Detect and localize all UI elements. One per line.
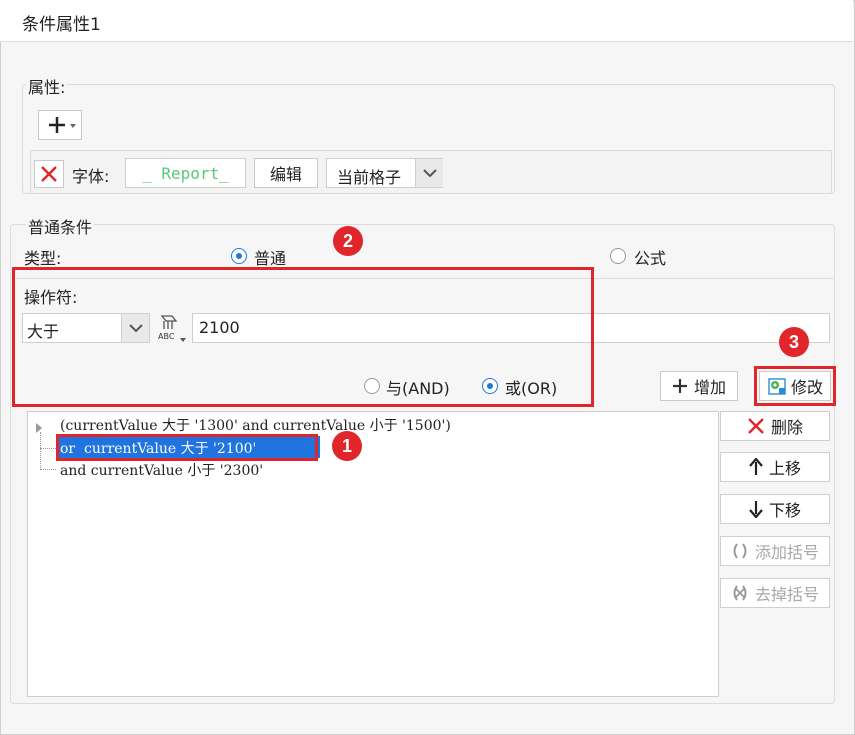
- add-condition-button[interactable]: 增加: [660, 371, 738, 401]
- scope-select-value: 当前格子: [337, 168, 402, 187]
- tree-connector: [40, 448, 56, 449]
- dialog-title: 条件属性1: [22, 15, 101, 35]
- font-preview-text: _ Report_: [142, 163, 229, 183]
- close-icon: [748, 418, 764, 434]
- add-property-button[interactable]: [38, 110, 82, 140]
- operator-highlight-box: [12, 267, 594, 407]
- annotation-badge-1: 1: [332, 431, 362, 461]
- move-down-button[interactable]: 下移: [720, 494, 830, 524]
- modify-highlight-box: [754, 366, 836, 406]
- expand-arrow-icon[interactable]: [34, 422, 44, 434]
- properties-legend: 属性:: [26, 74, 68, 98]
- tree-item[interactable]: and currentValue 小于 '2300': [60, 460, 263, 480]
- add-condition-label: 增加: [693, 378, 726, 397]
- type-formula-label: 公式: [634, 249, 667, 268]
- tree-connector: [40, 469, 56, 470]
- edit-button-label: 编辑: [269, 165, 302, 184]
- type-formula-radio[interactable]: [610, 248, 626, 264]
- move-up-label: 上移: [768, 459, 801, 478]
- tree-connector: [40, 432, 41, 470]
- scope-select[interactable]: 当前格子: [326, 158, 443, 188]
- tree-item[interactable]: (currentValue 大于 '1300' and currentValue…: [60, 415, 451, 435]
- move-up-button[interactable]: 上移: [720, 452, 830, 482]
- add-bracket-button[interactable]: 添加括号: [720, 536, 830, 566]
- font-label: 字体:: [72, 167, 110, 186]
- arrow-up-icon: [749, 458, 763, 475]
- condition-legend: 普通条件: [26, 214, 95, 238]
- remove-bracket-icon: [733, 585, 747, 601]
- delete-label: 删除: [770, 418, 803, 437]
- remove-bracket-button[interactable]: 去掉括号: [720, 578, 830, 608]
- type-normal-label: 普通: [254, 249, 287, 268]
- remove-property-button[interactable]: [34, 160, 64, 188]
- title-bar: 条件属性1: [0, 0, 853, 42]
- bracket-icon: [733, 543, 747, 559]
- scope-dropdown-arrow[interactable]: [415, 159, 443, 187]
- remove-bracket-label: 去掉括号: [754, 585, 819, 604]
- delete-button[interactable]: 删除: [720, 411, 830, 441]
- font-preview-field[interactable]: _ Report_: [125, 158, 246, 188]
- move-down-label: 下移: [768, 501, 801, 520]
- arrow-down-icon: [749, 501, 763, 518]
- plus-icon: [672, 379, 687, 393]
- selected-item-highlight-box: [56, 434, 318, 461]
- chevron-down-icon: [422, 169, 437, 178]
- edit-font-button[interactable]: 编辑: [254, 158, 318, 188]
- annotation-badge-2: 2: [333, 226, 363, 256]
- type-normal-radio[interactable]: [231, 248, 247, 264]
- type-label: 类型:: [24, 249, 62, 268]
- add-bracket-label: 添加括号: [754, 543, 819, 562]
- plus-dropdown-icon: [49, 117, 76, 133]
- close-icon: [41, 166, 57, 182]
- annotation-badge-3: 3: [779, 327, 809, 357]
